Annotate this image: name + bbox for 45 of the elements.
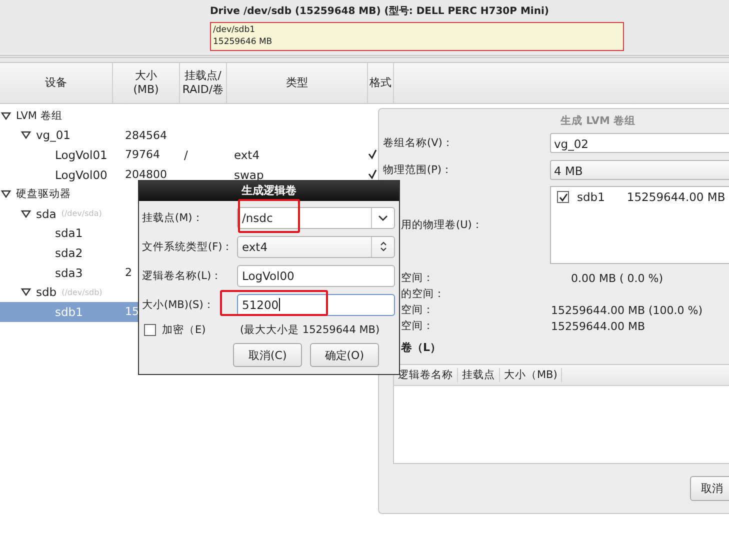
volume-name: sdb1	[577, 190, 605, 204]
field-label: 文件系统类型(F)：	[142, 240, 234, 254]
field-value: ext4	[242, 240, 269, 254]
size-cell: 2	[125, 266, 132, 280]
dialog-title: 生成 LVM 卷组	[559, 114, 637, 128]
field-label: 大小(MB)(S)：	[142, 298, 216, 312]
max-size-note: (最大大小是 15259644 MB)	[240, 323, 380, 337]
field-value: /nsdc	[242, 210, 274, 224]
size-cell: 79764	[125, 148, 160, 162]
device-name: LogVol00	[55, 168, 108, 182]
device-name: sdb1	[55, 304, 83, 319]
field-label: 逻辑卷名称(L)：	[142, 268, 224, 282]
checkbox-label: 加密（E)	[162, 323, 206, 337]
type-cell: swap	[234, 168, 264, 182]
device-name: LVM 卷组	[16, 108, 62, 123]
field-label: 卷组名称(V)：	[382, 136, 454, 150]
device-name: sda	[36, 206, 56, 221]
dialog-title: 生成逻辑卷	[139, 181, 399, 201]
size-cell: 204800	[125, 168, 167, 182]
field-label: 用的物理卷(U)：	[400, 218, 484, 232]
stat-value: 15259644.00 MB	[551, 320, 646, 332]
partition-size: 15259646 MB	[213, 36, 274, 48]
drive-title: Drive /dev/sdb (15259648 MB) (型号: DELL PERC H730P Mini)	[210, 4, 550, 18]
stat-label: 的空间：	[401, 287, 446, 301]
mount-cell: /	[184, 148, 188, 162]
type-cell: ext4	[234, 148, 260, 162]
section-heading: 卷（L）	[400, 340, 442, 355]
stat-value: 0.00 MB ( 0.0 %)	[571, 272, 664, 284]
device-name: 硬盘驱动器	[16, 187, 71, 202]
device-path: (/dev/sda)	[61, 209, 102, 218]
device-name: LogVol01	[55, 148, 108, 162]
size-cell: 15	[125, 305, 139, 318]
stat-label: 空间：	[401, 271, 435, 285]
device-name: sdb	[36, 285, 57, 300]
field-label: 挂载点(M)：	[142, 210, 204, 224]
stat-label: 空间：	[401, 319, 435, 333]
stat-value: 15259644.00 MB (100.0 %)	[551, 304, 703, 316]
field-label: 物理范围(P)：	[382, 163, 454, 177]
device-name: vg_01	[36, 128, 70, 142]
device-name: sda3	[55, 266, 83, 280]
stat-label: 空间：	[401, 303, 435, 317]
volume-size: 15259644.00 MB	[626, 190, 726, 204]
size-cell: 284564	[125, 128, 167, 142]
partition-path: /dev/sdb1	[213, 24, 256, 36]
device-path: (/dev/sdb)	[62, 288, 102, 297]
